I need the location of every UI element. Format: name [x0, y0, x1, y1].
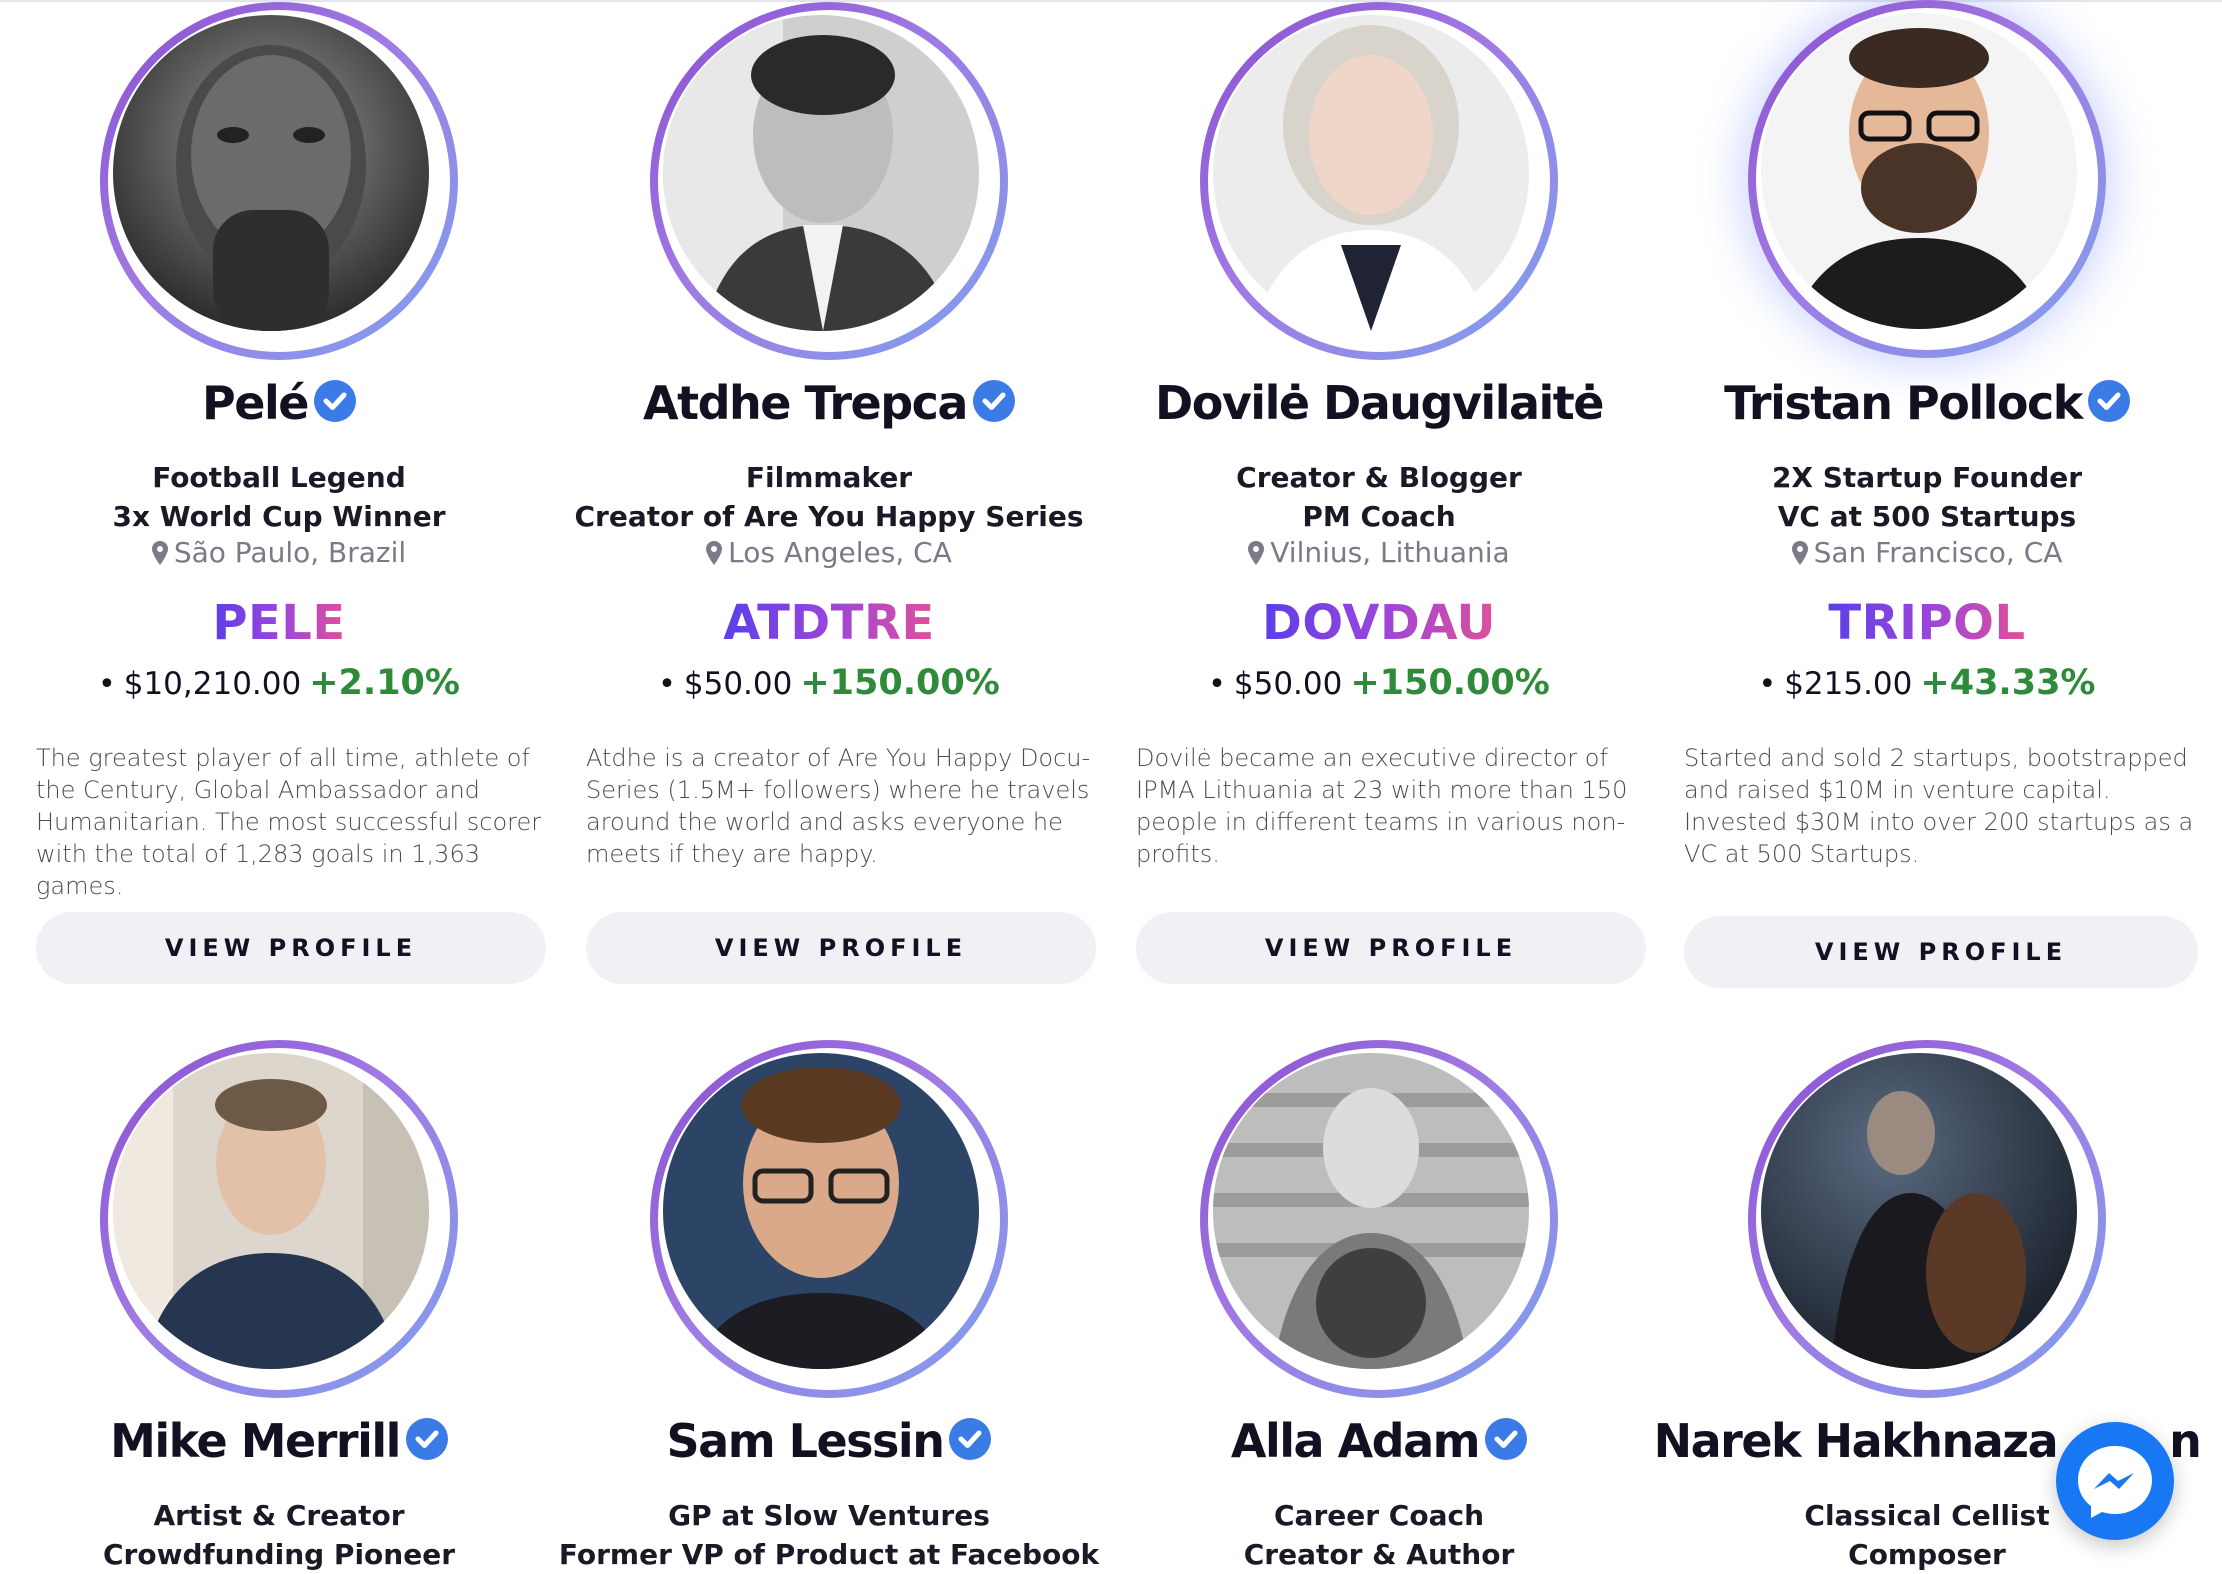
map-pin-icon	[151, 541, 168, 565]
avatar-ring[interactable]	[1748, 0, 2106, 358]
map-pin-icon	[1791, 541, 1808, 565]
avatar-ring[interactable]	[1200, 2, 1558, 360]
price-row: • $50.00 +150.00%	[1208, 663, 1550, 703]
creator-location: Los Angeles, CA	[554, 535, 1104, 571]
map-pin-icon	[706, 541, 723, 565]
view-profile-button[interactable]: VIEW PROFILE	[36, 912, 546, 984]
creator-role: Crowdfunding Pioneer	[103, 1538, 455, 1571]
map-pin-icon	[1248, 541, 1265, 565]
creator-bio: Started and sold 2 startups, bootstrappe…	[1684, 744, 2194, 868]
creator-ticker[interactable]: PELE	[212, 595, 345, 651]
creator-name-row: Alla Adam	[1104, 1414, 1654, 1468]
creator-location: São Paulo, Brazil	[4, 535, 554, 571]
location-text: Los Angeles, CA	[728, 536, 952, 569]
avatar	[113, 15, 429, 331]
avatar	[1761, 13, 2077, 329]
location-text: São Paulo, Brazil	[173, 536, 407, 569]
verified-check-icon	[972, 380, 1015, 422]
coin-price: $215.00	[1784, 666, 1913, 702]
creator-role: Composer	[1848, 1538, 2006, 1571]
creator-role: 3x World Cup Winner	[112, 500, 446, 533]
avatar	[113, 1053, 429, 1369]
creator-name[interactable]: Mike Merrill	[110, 1414, 401, 1468]
creator-role: 2X Startup Founder	[1771, 461, 2083, 494]
view-profile-button[interactable]: VIEW PROFILE	[1136, 912, 1646, 984]
creator-bio: Dovilė became an executive director of I…	[1136, 744, 1628, 868]
price-row: • $10,210.00 +2.10%	[98, 663, 460, 703]
creator-name[interactable]: Sam Lessin	[667, 1414, 945, 1468]
creator-bio: Atdhe is a creator of Are You Happy Docu…	[586, 744, 1091, 868]
creator-role: GP at Slow Ventures	[668, 1499, 990, 1532]
avatar-ring[interactable]	[650, 1040, 1008, 1398]
avatar-ring[interactable]	[100, 2, 458, 360]
verified-check-icon	[313, 380, 356, 422]
coin-price: $50.00	[1233, 666, 1343, 702]
coin-price: $10,210.00	[123, 666, 302, 702]
creator-name[interactable]: Alla Adam	[1231, 1414, 1481, 1468]
creator-bio: The greatest player of all time, athlete…	[36, 744, 542, 900]
creator-name-row: Pelé	[4, 376, 554, 430]
creator-roles: Football Legend 3x World Cup Winner	[4, 458, 554, 536]
creator-name-row: Mike Merrill	[4, 1414, 554, 1468]
messenger-chat-button[interactable]	[2056, 1422, 2174, 1540]
avatar	[1761, 1053, 2077, 1369]
creator-location: San Francisco, CA	[1652, 535, 2202, 571]
creator-name[interactable]: Narek Hakhnaza	[1654, 1414, 2059, 1468]
verified-check-icon	[2087, 380, 2130, 422]
creator-role: Creator & Blogger	[1236, 461, 1522, 494]
creator-name-row: Sam Lessin	[554, 1414, 1104, 1468]
creator-role: Artist & Creator	[153, 1499, 405, 1532]
creator-name-row: Dovilė Daugvilaitė	[1104, 376, 1654, 430]
creator-roles: 2X Startup Founder VC at 500 Startups	[1652, 458, 2202, 536]
avatar-ring[interactable]	[1748, 1040, 2106, 1398]
coin-price: $50.00	[683, 666, 793, 702]
creator-roles: GP at Slow Ventures Former VP of Product…	[554, 1496, 1104, 1574]
creator-role: Creator of Are You Happy Series	[574, 500, 1084, 533]
price-row: • $50.00 +150.00%	[658, 663, 1000, 703]
creator-name[interactable]: Atdhe Trepca	[643, 376, 968, 430]
avatar	[1213, 1053, 1529, 1369]
creator-ticker[interactable]: ATDTRE	[723, 595, 935, 651]
creator-name[interactable]: Tristan Pollock	[1724, 376, 2083, 430]
creator-role: Creator & Author	[1243, 1538, 1515, 1571]
verified-check-icon	[405, 1418, 448, 1460]
location-text: Vilnius, Lithuania	[1270, 536, 1510, 569]
creator-role: VC at 500 Startups	[1777, 500, 2077, 533]
price-change: +43.33%	[1920, 663, 2096, 703]
creator-location: Vilnius, Lithuania	[1104, 535, 1654, 571]
view-profile-button[interactable]: VIEW PROFILE	[1684, 916, 2198, 988]
location-text: San Francisco, CA	[1813, 536, 2063, 569]
top-divider	[0, 0, 2222, 2]
creator-role: Career Coach	[1274, 1499, 1484, 1532]
creator-role: PM Coach	[1302, 500, 1456, 533]
verified-check-icon	[949, 1418, 992, 1460]
avatar	[663, 1053, 979, 1369]
price-change: +150.00%	[1350, 663, 1550, 703]
creator-name[interactable]: Dovilė Daugvilaitė	[1155, 376, 1604, 430]
avatar-ring[interactable]	[100, 1040, 458, 1398]
avatar	[1213, 15, 1529, 331]
price-change: +150.00%	[800, 663, 1000, 703]
view-profile-button[interactable]: VIEW PROFILE	[586, 912, 1096, 984]
creator-roles: Creator & Blogger PM Coach	[1104, 458, 1654, 536]
avatar-ring[interactable]	[650, 2, 1008, 360]
creator-role: Former VP of Product at Facebook	[558, 1538, 1100, 1571]
creator-ticker[interactable]: DOVDAU	[1262, 595, 1496, 651]
creator-roles: Filmmaker Creator of Are You Happy Serie…	[554, 458, 1104, 536]
avatar	[663, 15, 979, 331]
creator-name-row: Atdhe Trepca	[554, 376, 1104, 430]
creator-ticker[interactable]: TRIPOL	[1828, 595, 2025, 651]
creator-roles: Artist & Creator Crowdfunding Pioneer	[4, 1496, 554, 1574]
messenger-icon	[2056, 1422, 2174, 1540]
creator-role: Football Legend	[152, 461, 406, 494]
price-row: • $215.00 +43.33%	[1758, 663, 2096, 703]
verified-check-icon	[1485, 1418, 1528, 1460]
avatar-ring[interactable]	[1200, 1040, 1558, 1398]
creator-name[interactable]: Pelé	[202, 376, 309, 430]
creator-roles: Career Coach Creator & Author	[1104, 1496, 1654, 1574]
creator-role: Filmmaker	[745, 461, 913, 494]
price-change: +2.10%	[309, 663, 460, 703]
creator-name-row: Tristan Pollock	[1652, 376, 2202, 430]
